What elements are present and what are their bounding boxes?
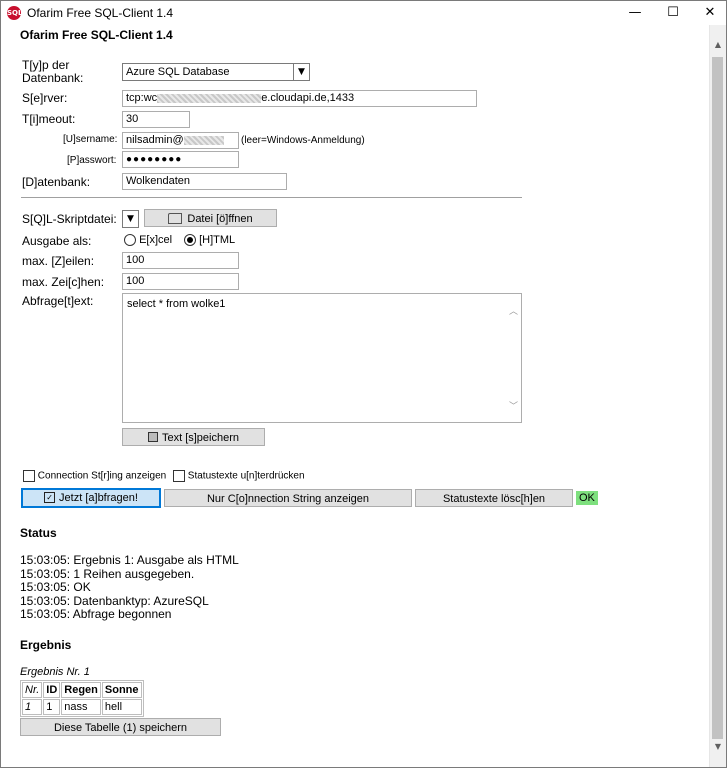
status-log: 15:03:05: Ergebnis 1: Ausgabe als HTML 1…: [20, 553, 239, 622]
title-bar[interactable]: SQL Ofarim Free SQL-Client 1.4 — ☐ ✕: [1, 1, 726, 25]
table-row: 1 1 nass hell: [22, 699, 142, 715]
query-now-button[interactable]: ✓ Jetzt [a]bfragen!: [21, 488, 161, 508]
vertical-scrollbar[interactable]: ▲ ▼: [709, 25, 726, 767]
username-hint: (leer=Windows-Anmeldung): [241, 135, 365, 146]
column-header: Sonne: [101, 682, 142, 698]
output-excel-radio[interactable]: E[x]cel: [124, 234, 172, 247]
database-label: [D]atenbank:: [22, 175, 91, 189]
result-caption: Ergebnis Nr. 1: [20, 666, 90, 678]
suppress-status-checkbox[interactable]: Statustexte u[n]terdrücken: [173, 470, 305, 482]
scroll-thumb[interactable]: [712, 57, 723, 739]
app-window: SQL Ofarim Free SQL-Client 1.4 — ☐ ✕ Ofa…: [0, 0, 727, 768]
table-cell: 1: [43, 699, 61, 715]
chevron-down-icon[interactable]: ▼: [123, 211, 138, 227]
checked-box-icon: ✓: [44, 491, 56, 503]
status-line: 15:03:05: Datenbanktyp: AzureSQL: [20, 593, 209, 608]
status-line: 15:03:05: 1 Reihen ausgegeben.: [20, 566, 195, 581]
timeout-input[interactable]: 30: [122, 111, 190, 128]
password-input[interactable]: ●●●●●●●●: [122, 151, 239, 168]
scroll-down-icon[interactable]: ﹀: [506, 399, 521, 412]
column-header: Nr.: [22, 682, 43, 698]
column-header: Regen: [61, 682, 101, 698]
status-line: 15:03:05: Ergebnis 1: Ausgabe als HTML: [20, 553, 239, 567]
sql-script-label: S[Q]L-Skriptdatei:: [22, 212, 117, 226]
main-content: Ofarim Free SQL-Client 1.4 T[y]p der Dat…: [1, 25, 710, 767]
checkbox-icon[interactable]: [23, 470, 35, 482]
textarea-scrollbar[interactable]: ︿ ﹀: [506, 294, 521, 422]
max-chars-label: max. Zei[c]hen:: [22, 275, 105, 289]
radio-selected-icon[interactable]: [184, 234, 196, 247]
table-cell: 1: [22, 699, 43, 715]
status-line: 15:03:05: Abfrage begonnen: [20, 607, 172, 621]
table-cell: nass: [61, 699, 101, 715]
radio-icon[interactable]: [124, 234, 136, 247]
clear-status-button[interactable]: Statustexte lösc[h]en: [415, 489, 573, 507]
max-chars-input[interactable]: 100: [122, 273, 239, 290]
show-conn-string-button[interactable]: Nur C[o]nnection String anzeigen: [164, 489, 412, 507]
password-label: [P]asswort:: [67, 155, 117, 166]
page-title: Ofarim Free SQL-Client 1.4: [20, 28, 173, 42]
close-button[interactable]: ✕: [687, 1, 726, 25]
status-line: 15:03:05: OK: [20, 580, 91, 594]
save-text-button[interactable]: Text [s]peichern: [122, 428, 265, 446]
db-type-label: T[y]p der Datenbank:: [22, 58, 84, 85]
window-title: Ofarim Free SQL-Client 1.4: [27, 6, 174, 20]
save-icon: [147, 432, 158, 443]
scroll-up-arrow-icon[interactable]: ▲: [710, 37, 726, 53]
db-type-select[interactable]: Azure SQL Database ▼: [122, 63, 310, 81]
username-label: [U]sername:: [63, 134, 118, 145]
query-label: Abfrage[t]ext:: [22, 294, 94, 308]
output-html-radio[interactable]: [H]TML: [184, 234, 235, 247]
table-header-row: Nr. ID Regen Sonne: [22, 682, 142, 698]
status-heading: Status: [20, 526, 57, 540]
timeout-label: T[i]meout:: [22, 112, 76, 126]
checkbox-icon[interactable]: [173, 470, 185, 482]
scroll-down-arrow-icon[interactable]: ▼: [710, 739, 726, 755]
username-input[interactable]: nilsadmin@: [122, 132, 239, 149]
max-rows-input[interactable]: 100: [122, 252, 239, 269]
output-label: Ausgabe als:: [22, 234, 92, 248]
result-heading: Ergebnis: [20, 638, 72, 652]
server-input[interactable]: tcp:wc e.cloudapi.de,1433: [122, 90, 477, 107]
server-label: S[e]rver:: [22, 91, 68, 105]
result-table: Nr. ID Regen Sonne 1 1 nass hell: [20, 680, 144, 717]
query-textarea[interactable]: select * from wolke1 ︿ ﹀: [122, 293, 522, 423]
scroll-up-icon[interactable]: ︿: [506, 304, 521, 317]
table-cell: hell: [101, 699, 142, 715]
app-logo-icon: SQL: [7, 6, 22, 20]
chevron-down-icon[interactable]: ▼: [293, 64, 309, 80]
max-rows-label: max. [Z]eilen:: [22, 254, 95, 268]
folder-icon: [168, 212, 183, 224]
column-header: ID: [43, 682, 61, 698]
save-table-button[interactable]: Diese Tabelle (1) speichern: [20, 718, 221, 736]
show-conn-string-checkbox[interactable]: Connection St[r]ing anzeigen: [23, 470, 166, 482]
ok-status-badge: OK: [576, 491, 598, 505]
database-input[interactable]: Wolkendaten: [122, 173, 287, 190]
open-file-button[interactable]: Datei [ö]ffnen: [144, 209, 277, 227]
divider: [21, 197, 522, 198]
script-file-select[interactable]: ▼: [122, 210, 139, 228]
